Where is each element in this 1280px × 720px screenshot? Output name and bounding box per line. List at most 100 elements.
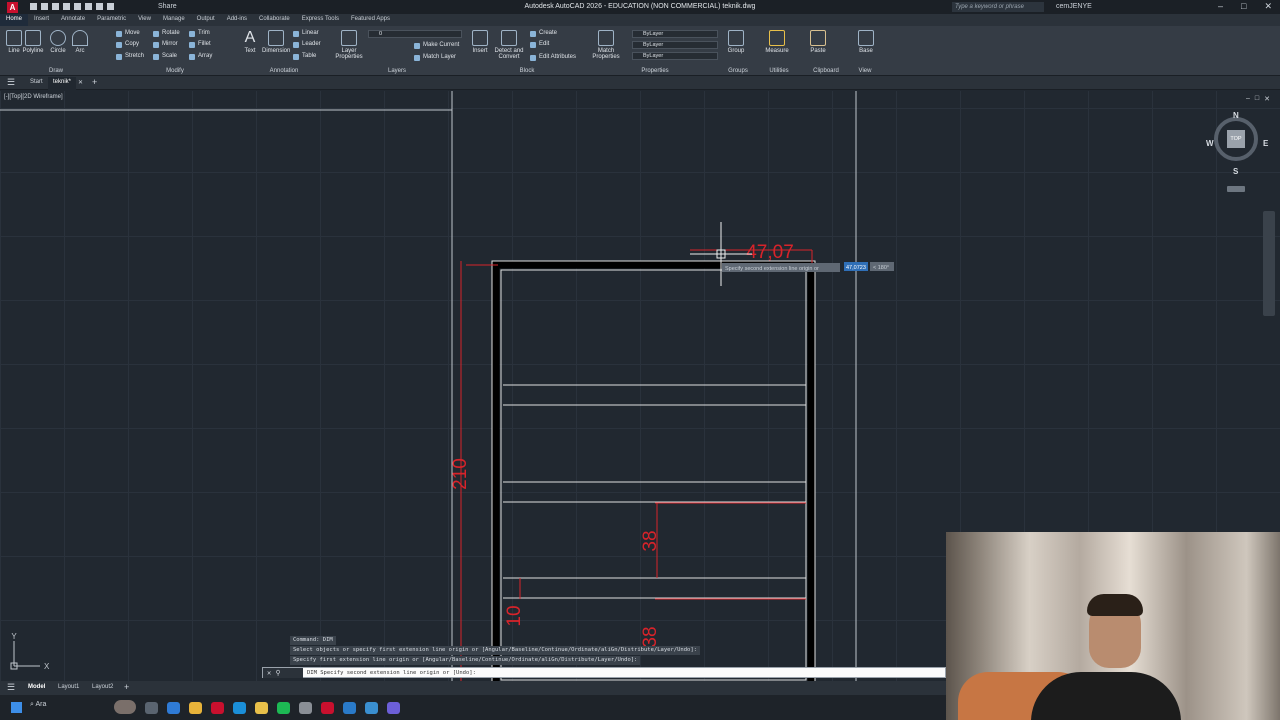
tab-add-ins[interactable]: Add-ins [221, 14, 253, 26]
tab-collaborate[interactable]: Collaborate [253, 14, 296, 26]
customize-icon[interactable]: ⚲ [275, 669, 280, 677]
text-tool[interactable]: A Text [236, 30, 264, 55]
menu-icon[interactable]: ☰ [7, 77, 15, 88]
table-tool[interactable]: Table [293, 52, 316, 61]
tab-parametric[interactable]: Parametric [91, 14, 132, 26]
rotate-tool[interactable]: Rotate [153, 29, 180, 38]
group-tool[interactable]: Group [722, 30, 750, 54]
insert-tool[interactable]: Insert [466, 30, 494, 54]
array-tool[interactable]: Array [189, 52, 212, 61]
windows-start-icon[interactable] [11, 702, 22, 713]
discord-icon[interactable] [387, 702, 400, 714]
edit-block-tool[interactable]: Edit [530, 40, 549, 49]
view-panel-title[interactable]: View [850, 68, 880, 74]
dim-text-38[interactable]: 38 [640, 530, 661, 551]
make-current-tool[interactable]: Make Current [414, 41, 459, 50]
edge-icon[interactable] [167, 702, 180, 714]
layout-menu-icon[interactable]: ☰ [7, 682, 15, 693]
viewport-close-icon[interactable]: ✕ [1264, 95, 1270, 103]
groups-panel-title[interactable]: Groups [720, 68, 756, 74]
taskbar-search[interactable]: ⌕ Ara [30, 701, 46, 709]
opera-icon[interactable] [211, 702, 224, 714]
utilities-panel-title[interactable]: Utilities [756, 68, 802, 74]
browser-icon[interactable] [233, 702, 246, 714]
clipboard-panel-title[interactable]: Clipboard [802, 68, 850, 74]
viewport-restore-icon[interactable]: □ [1255, 95, 1259, 103]
match-layer-tool[interactable]: Match Layer [414, 53, 456, 62]
close-icon[interactable]: ✕ [1264, 1, 1272, 12]
chrome-icon[interactable] [189, 702, 202, 714]
app-icon[interactable] [365, 702, 378, 714]
tab-home[interactable]: Home [0, 14, 29, 26]
copy-tool[interactable]: Copy [116, 40, 139, 49]
create-block-tool[interactable]: Create [530, 29, 557, 38]
dim-text-height[interactable]: 210 [450, 458, 471, 490]
dim-text-width[interactable]: 47,07 [746, 242, 794, 263]
tab-output[interactable]: Output [191, 14, 221, 26]
drawing-tab-teknik[interactable]: teknik* [48, 77, 77, 90]
leader-tool[interactable]: Leader [293, 40, 321, 49]
viewport-controls-label[interactable]: [-][Top][2D Wireframe] [4, 94, 63, 100]
scale-tool[interactable]: Scale [153, 52, 177, 61]
command-line-input[interactable]: ✕ ⚲ DIM Specify second extension line or… [262, 667, 946, 678]
close-command-icon[interactable]: ✕ [267, 669, 271, 677]
dim-text-10[interactable]: 10 [504, 605, 525, 626]
paste-tool[interactable]: Paste [804, 30, 832, 54]
widgets-icon[interactable] [114, 700, 136, 714]
trim-tool[interactable]: Trim [189, 29, 210, 38]
measure-tool[interactable]: Measure [760, 30, 794, 54]
minimize-icon[interactable]: – [1218, 1, 1223, 12]
tab-annotate[interactable]: Annotate [55, 14, 91, 26]
detect-convert-tool[interactable]: Detect and Convert [492, 30, 526, 60]
annotation-panel-title[interactable]: Annotation [238, 68, 330, 74]
tab-insert[interactable]: Insert [28, 14, 55, 26]
add-layout-icon[interactable]: + [124, 682, 129, 692]
lineweight-dropdown[interactable]: ByLayer [632, 52, 718, 60]
compass-east[interactable]: E [1263, 139, 1268, 148]
close-tab-icon[interactable]: ✕ [78, 79, 83, 86]
compass-south[interactable]: S [1233, 167, 1238, 176]
edit-attributes-tool[interactable]: Edit Attributes [530, 53, 576, 62]
tab-layout1[interactable]: Layout1 [58, 684, 79, 690]
properties-panel-title[interactable]: Properties [590, 68, 720, 74]
dimension-tool[interactable]: Dimension [262, 30, 290, 54]
linetype-dropdown[interactable]: ByLayer [632, 41, 718, 49]
tab-model[interactable]: Model [28, 684, 45, 690]
stretch-tool[interactable]: Stretch [116, 52, 144, 61]
draw-panel-title[interactable]: Draw [0, 68, 112, 74]
block-panel-title[interactable]: Block [464, 68, 590, 74]
layers-panel-title[interactable]: Layers [330, 68, 464, 74]
viewcube[interactable]: TOP N S E W [1206, 111, 1268, 192]
cabinet-outer[interactable] [492, 261, 815, 681]
match-properties-tool[interactable]: Match Properties [592, 30, 620, 60]
base-tool[interactable]: Base [852, 30, 880, 54]
color-dropdown[interactable]: ByLayer [632, 30, 718, 38]
spotify-icon[interactable] [277, 702, 290, 714]
viewcube-top-face[interactable]: TOP [1227, 130, 1245, 148]
compass-west[interactable]: W [1206, 139, 1214, 148]
user-account[interactable]: cemJENYE [1056, 3, 1092, 10]
autocad-taskbar-icon[interactable] [321, 702, 334, 714]
start-tab[interactable]: Start [30, 79, 43, 85]
layer-properties-tool[interactable]: Layer Properties [332, 30, 366, 60]
new-tab-icon[interactable]: + [92, 77, 97, 87]
wcs-menu[interactable] [1227, 186, 1245, 192]
polyline-tool[interactable]: Polyline [19, 30, 47, 54]
app-icon[interactable] [299, 702, 312, 714]
linear-tool[interactable]: Linear [293, 29, 319, 38]
file-explorer-icon[interactable] [255, 702, 268, 714]
tab-view[interactable]: View [132, 14, 157, 26]
tab-manage[interactable]: Manage [157, 14, 191, 26]
capcut-icon[interactable] [343, 702, 356, 714]
task-view-icon[interactable] [145, 702, 158, 714]
viewport-minimize-icon[interactable]: – [1246, 95, 1250, 103]
maximize-icon[interactable]: □ [1241, 1, 1246, 12]
mirror-tool[interactable]: Mirror [153, 40, 178, 49]
arc-tool[interactable]: Arc [66, 30, 94, 54]
fillet-tool[interactable]: Fillet [189, 40, 211, 49]
compass-north[interactable]: N [1233, 111, 1239, 120]
layer-dropdown[interactable]: 0 [368, 30, 462, 38]
tab-layout2[interactable]: Layout2 [92, 684, 113, 690]
modify-panel-title[interactable]: Modify [112, 68, 238, 74]
move-tool[interactable]: Move [116, 29, 140, 38]
